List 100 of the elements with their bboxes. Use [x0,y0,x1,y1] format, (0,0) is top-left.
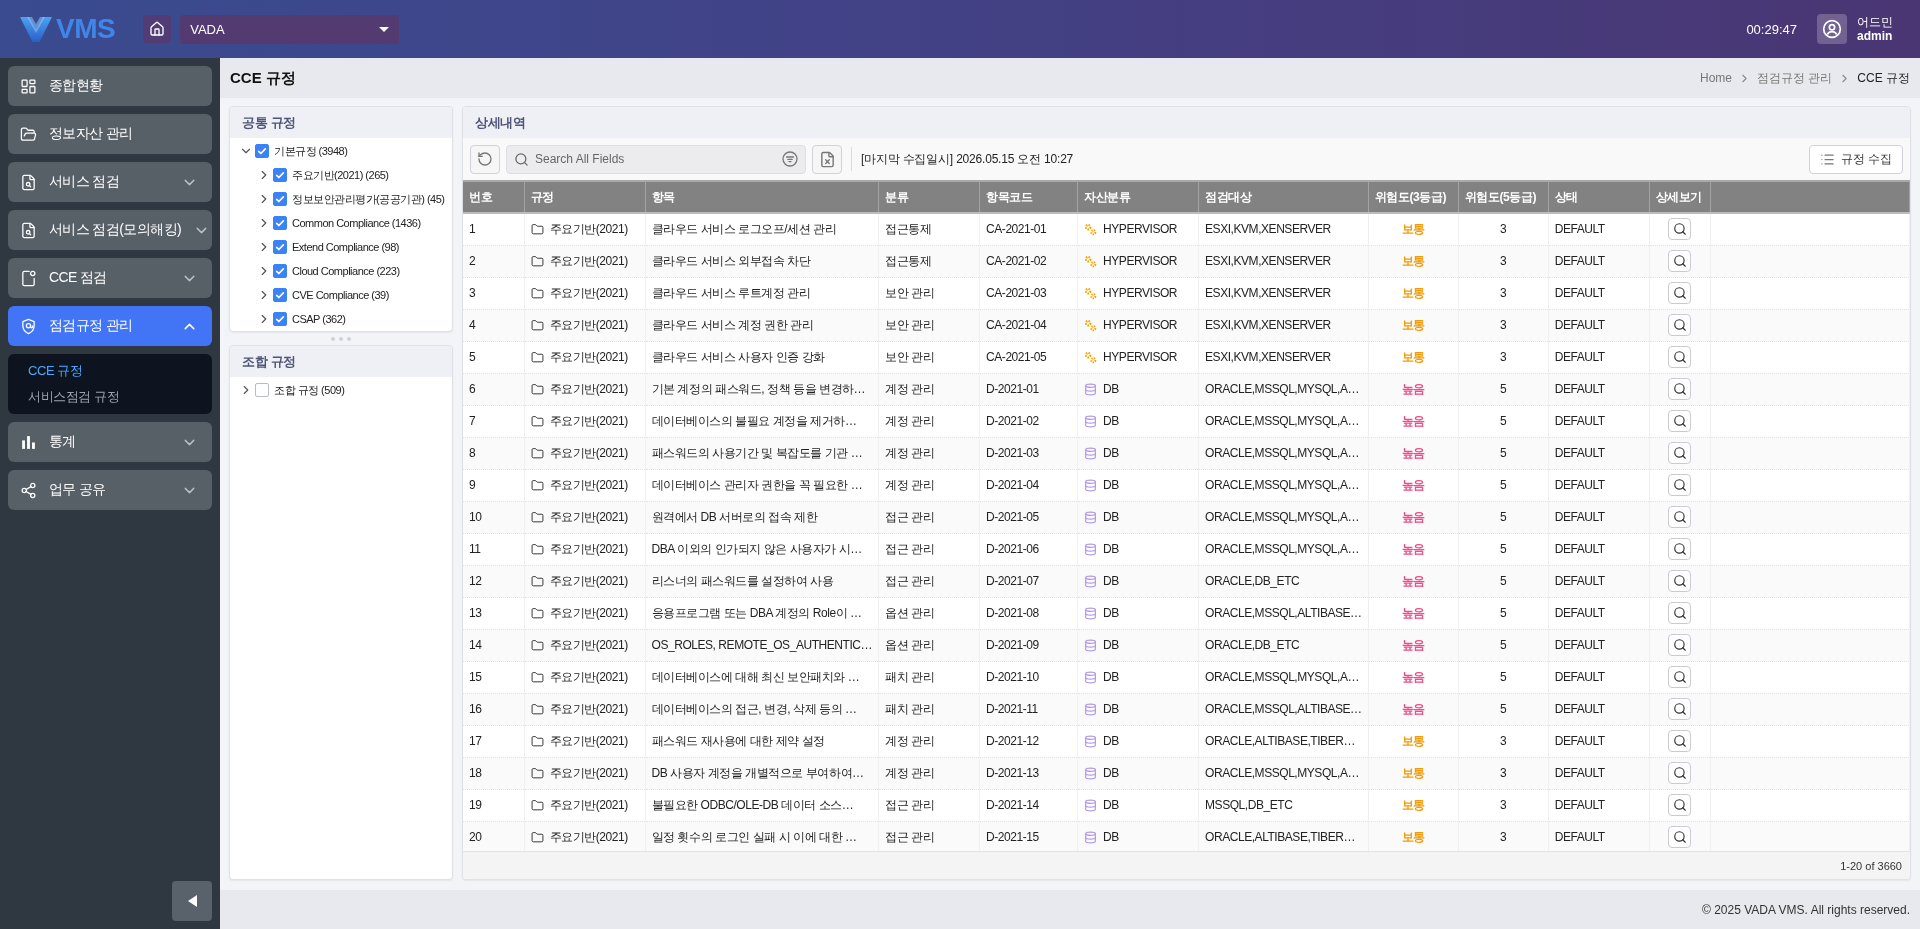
excel-export-button[interactable] [812,144,842,174]
view-details-button[interactable] [1668,346,1692,368]
asset-type: DB [1103,478,1119,492]
search-icon [1672,638,1687,652]
column-header: 점검대상 [1198,181,1369,213]
gears-icon [1084,318,1098,332]
folder-icon [530,542,544,556]
collect-rules-button[interactable]: 규정 수집 [1808,144,1903,174]
view-details-button[interactable] [1668,730,1692,752]
tree-item-label[interactable]: Common Compliance (1436) [292,217,421,229]
panel-title: 공통 규정 [230,107,452,138]
search-icon [1672,510,1687,524]
sidebar-item[interactable]: 통계 [8,422,212,462]
folder-icon [530,318,544,332]
collapse-sidebar-button[interactable] [172,881,212,921]
tree-item-label[interactable]: CSAP (362) [292,313,346,325]
risk-level: 보통 [1401,765,1425,780]
tree-item-label[interactable]: Cloud Compliance (223) [292,265,400,277]
avatar-button[interactable] [1817,14,1847,44]
tree-item-label[interactable]: 주요기반(2021) (265) [292,167,389,183]
risk-level: 높음 [1401,445,1425,460]
view-details-button[interactable] [1668,634,1692,656]
view-details-button[interactable] [1668,762,1692,784]
database-icon [1084,478,1098,492]
view-details-button[interactable] [1668,602,1692,624]
submenu-item[interactable]: 서비스점검 규정 [8,384,212,410]
checkbox[interactable] [273,216,287,230]
bar-chart-icon [20,433,37,451]
view-details-button[interactable] [1668,794,1692,816]
asset-type: DB [1103,830,1119,844]
folder-icon [530,734,544,748]
rule-name: 주요기반(2021) [549,732,628,750]
risk-level: 높음 [1401,541,1425,556]
view-details-button[interactable] [1668,218,1692,241]
risk-level: 높음 [1401,509,1425,524]
sidebar-item[interactable]: 업무 공유 [8,470,212,510]
asset-type: DB [1103,382,1119,396]
tree-item-label[interactable]: Extend Compliance (98) [292,241,399,253]
rule-name: 주요기반(2021) [549,508,628,526]
refresh-button[interactable] [470,144,500,174]
rule-name: 주요기반(2021) [549,572,628,590]
search-field[interactable]: Search All Fields [506,144,806,174]
database-icon [1084,414,1098,428]
gears-icon [1084,222,1098,236]
folder-icon [530,414,544,428]
checkbox[interactable] [273,264,287,278]
view-details-button[interactable] [1668,826,1692,848]
checkbox[interactable] [273,240,287,254]
view-details-button[interactable] [1668,506,1692,528]
home-button[interactable] [143,15,172,43]
checkbox[interactable] [273,288,287,302]
filter-icon[interactable] [782,150,798,167]
site-select[interactable]: VADA [180,14,400,44]
view-details-button[interactable] [1668,250,1692,272]
view-details-button[interactable] [1668,378,1692,400]
tree-item-label[interactable]: 정보보안관리평가(공공기관) (45) [292,191,445,207]
sidebar-item[interactable]: 정보자산 관리 [8,114,212,154]
view-details-button[interactable] [1668,410,1692,432]
view-details-button[interactable] [1668,570,1692,592]
view-details-button[interactable] [1668,442,1692,464]
view-details-button[interactable] [1668,666,1692,688]
drag-handle-icon[interactable] [331,336,351,341]
logo-icon [20,16,52,42]
search-icon [1672,542,1687,556]
checkbox[interactable] [273,192,287,206]
tree-item-label[interactable]: 조합 규정 (509) [274,382,345,398]
view-details-button[interactable] [1668,314,1692,336]
folder-icon [530,574,544,588]
rule-name: 주요기반(2021) [549,380,628,398]
breadcrumb-link[interactable]: 점검규정 관리 [1757,69,1833,87]
sidebar-item[interactable]: 점검규정 관리 [8,306,212,346]
checkbox[interactable] [255,144,269,158]
checkbox[interactable] [273,168,287,182]
view-details-button[interactable] [1668,474,1692,496]
sidebar-item[interactable]: 서비스 점검 [8,162,212,202]
database-icon [1084,574,1098,588]
checkbox[interactable] [255,383,269,397]
sidebar-item[interactable]: 종합현황 [8,66,212,106]
search-icon [1672,830,1687,844]
submenu-item[interactable]: CCE 규정 [8,358,212,384]
rule-name: 주요기반(2021) [549,540,628,558]
asset-type: DB [1103,702,1119,716]
column-header: 위험도(3등급) [1368,181,1459,213]
rule-name: 주요기반(2021) [549,796,628,814]
rule-name: 주요기반(2021) [549,444,628,462]
tree-item-label[interactable]: 기본규정 (3948) [274,143,348,159]
breadcrumb-link[interactable]: Home [1699,71,1732,85]
folder-icon [530,510,544,524]
risk-level: 높음 [1401,477,1425,492]
rule-name: 주요기반(2021) [549,284,628,302]
checkbox[interactable] [273,312,287,326]
folder-icon [530,702,544,716]
sidebar-item[interactable]: CCE 점검 [8,258,212,298]
sidebar-item[interactable]: 서비스 점검(모의해킹) [8,210,212,250]
search-icon [1672,478,1687,492]
tree-item-label[interactable]: CVE Compliance (39) [292,289,389,301]
view-details-button[interactable] [1668,698,1692,720]
search-icon [1672,254,1687,268]
view-details-button[interactable] [1668,282,1692,304]
view-details-button[interactable] [1668,538,1692,560]
